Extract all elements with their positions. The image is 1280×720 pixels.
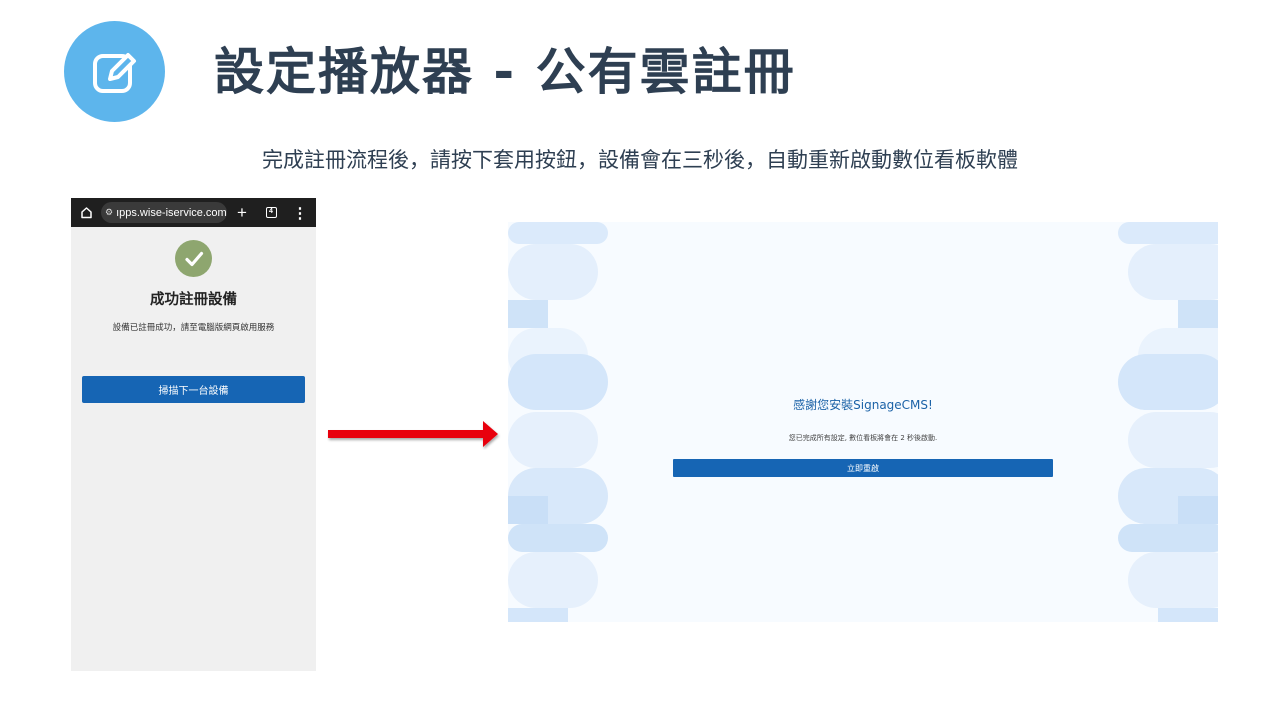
- tab-switcher-icon[interactable]: 4: [257, 207, 285, 218]
- more-menu-icon[interactable]: ⋮: [285, 204, 315, 222]
- signage-screen-screenshot: 感謝您安裝SignageCMS! 您已完成所有設定, 數位看板將會在 2 秒後啟…: [508, 222, 1218, 622]
- restart-countdown-text: 您已完成所有設定, 數位看板將會在 2 秒後啟動.: [788, 434, 938, 442]
- phone-screenshot: ⚙ ıpps.wise-iservice.com + 4 ⋮ 成功註冊設備 設備…: [71, 198, 316, 671]
- edit-icon-badge: [64, 21, 165, 122]
- page-title: 設定播放器 - 公有雲註冊: [214, 43, 796, 101]
- edit-icon: [92, 52, 136, 93]
- scan-next-device-button[interactable]: 掃描下一台設備: [82, 376, 305, 403]
- site-settings-icon[interactable]: ⚙: [105, 207, 113, 218]
- arrow-right-icon: [328, 421, 498, 447]
- address-bar[interactable]: ⚙ ıpps.wise-iservice.com: [101, 202, 227, 223]
- browser-toolbar: ⚙ ıpps.wise-iservice.com + 4 ⋮: [71, 198, 316, 227]
- new-tab-icon[interactable]: +: [227, 203, 257, 223]
- address-url: ıpps.wise-iservice.com: [116, 206, 227, 219]
- success-check-icon: [175, 240, 212, 277]
- success-title: 成功註冊設備: [150, 292, 237, 308]
- success-description: 設備已註冊成功，請至電腦版網頁啟用服務: [112, 323, 275, 333]
- page-subtitle: 完成註冊流程後，請按下套用按鈕，設備會在三秒後，自動重新啟動數位看板軟體: [262, 148, 1018, 172]
- restart-now-button[interactable]: 立即重啟: [673, 459, 1053, 477]
- right-wave-decoration: [1118, 222, 1218, 622]
- left-wave-decoration: [508, 222, 608, 622]
- welcome-title: 感謝您安裝SignageCMS!: [793, 398, 933, 412]
- home-icon[interactable]: [71, 206, 101, 219]
